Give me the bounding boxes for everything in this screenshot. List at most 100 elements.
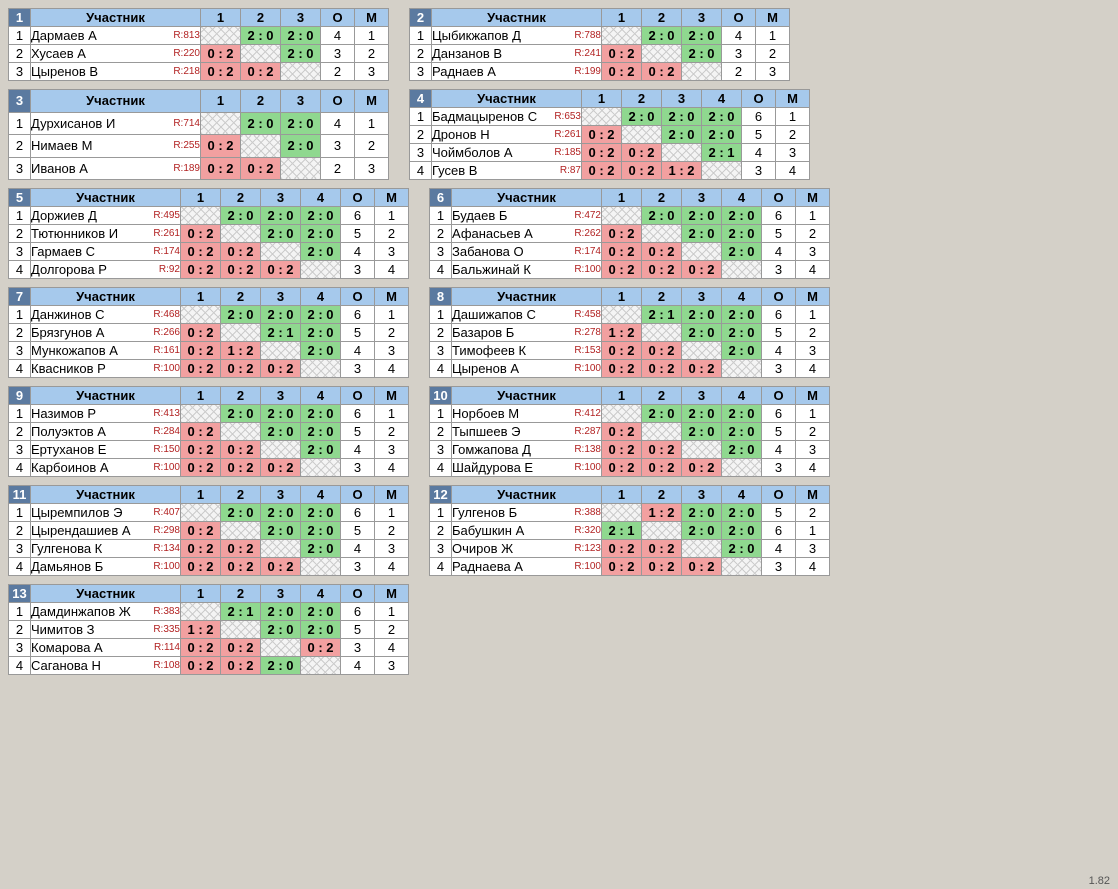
score-cell: 0 : 2 — [602, 540, 642, 558]
table-row: 4Бальжинай КR:1000 : 20 : 20 : 234 — [430, 261, 830, 279]
table-row: 3Ертуханов ЕR:1500 : 20 : 22 : 043 — [9, 441, 409, 459]
m-value: 1 — [355, 27, 389, 45]
score-cell: 2 : 0 — [301, 423, 341, 441]
score-cell: 0 : 2 — [602, 360, 642, 378]
table-row: 2Нимаев МR:2550 : 22 : 032 — [9, 135, 389, 158]
player-name-cell: Квасников Р R:100 — [31, 360, 181, 378]
score-cell: 0 : 2 — [261, 360, 301, 378]
player-rating: R:468 — [149, 309, 180, 320]
diag-cell — [261, 243, 301, 261]
table-row: 2Дронов НR:2610 : 22 : 02 : 052 — [410, 126, 810, 144]
m-value: 4 — [375, 261, 409, 279]
player-name: Норбоев М — [452, 406, 519, 421]
diag-cell — [201, 112, 241, 135]
player-rating: R:813 — [169, 30, 200, 41]
table-row: 4Шайдурова ЕR:1000 : 20 : 20 : 234 — [430, 459, 830, 477]
round-header: 2 — [221, 486, 261, 504]
row-number: 1 — [410, 27, 432, 45]
player-name: Цыренов А — [452, 361, 519, 376]
o-value: 4 — [742, 144, 776, 162]
table-row: 1Доржиев ДR:4952 : 02 : 02 : 061 — [9, 207, 409, 225]
player-name: Дронов Н — [432, 127, 490, 142]
table-row: 3Гармаев СR:1740 : 20 : 22 : 043 — [9, 243, 409, 261]
score-cell: 0 : 2 — [642, 459, 682, 477]
m-value: 2 — [756, 45, 790, 63]
player-name-cell: Гулгенов БR:388 — [452, 504, 602, 522]
player-name-cell: Карбоинов АR:100 — [31, 459, 181, 477]
player-rating: R:278 — [570, 327, 601, 338]
group-number: 4 — [410, 90, 432, 108]
round-header: 3 — [662, 90, 702, 108]
table-row: 4Долгорова РR:920 : 20 : 20 : 234 — [9, 261, 409, 279]
participant-header: Участник — [452, 486, 602, 504]
m-value: 4 — [796, 261, 830, 279]
score-cell: 2 : 0 — [261, 306, 301, 324]
m-header: М — [375, 486, 409, 504]
player-name: Назимов Р — [31, 406, 96, 421]
score-cell: 2 : 0 — [301, 603, 341, 621]
player-rating: R:100 — [149, 363, 180, 374]
group-table: 13Участник1234ОМ1Дамдинжапов ЖR:3832 : 1… — [8, 584, 409, 675]
round-header: 3 — [261, 387, 301, 405]
score-cell: 0 : 2 — [221, 459, 261, 477]
o-value: 5 — [341, 522, 375, 540]
table-row: 4Квасников РR:1000 : 20 : 20 : 234 — [9, 360, 409, 378]
score-cell: 2 : 0 — [261, 621, 301, 639]
player-name: Данзанов В — [432, 46, 502, 61]
score-cell: 1 : 2 — [602, 324, 642, 342]
m-value: 1 — [796, 306, 830, 324]
diag-cell — [722, 558, 762, 576]
score-cell: 2 : 0 — [281, 27, 321, 45]
player-name-cell: Дамьянов БR:100 — [31, 558, 181, 576]
round-header: 3 — [682, 288, 722, 306]
score-cell: 2 : 0 — [301, 243, 341, 261]
score-cell: 0 : 2 — [642, 558, 682, 576]
row-number: 2 — [430, 522, 452, 540]
score-cell: 2 : 1 — [602, 522, 642, 540]
score-cell: 2 : 0 — [682, 45, 722, 63]
player-rating: R:284 — [149, 426, 180, 437]
m-value: 1 — [375, 207, 409, 225]
m-value: 2 — [375, 522, 409, 540]
table-row: 3Забанова ОR:1740 : 20 : 22 : 043 — [430, 243, 830, 261]
row-number: 3 — [9, 441, 31, 459]
round-header: 3 — [682, 486, 722, 504]
player-name: Квасников Р — [31, 361, 106, 376]
player-rating: R:413 — [149, 408, 180, 419]
group-number: 13 — [9, 585, 31, 603]
diag-cell — [722, 360, 762, 378]
o-value: 4 — [762, 243, 796, 261]
diag-cell — [722, 261, 762, 279]
score-cell: 0 : 2 — [602, 45, 642, 63]
row-number: 1 — [9, 405, 31, 423]
round-header: 4 — [722, 387, 762, 405]
player-name-cell: Норбоев МR:412 — [452, 405, 602, 423]
m-value: 1 — [796, 522, 830, 540]
player-name-cell: Раднаев АR:199 — [432, 63, 602, 81]
m-value: 1 — [375, 405, 409, 423]
round-header: 2 — [642, 9, 682, 27]
row-number: 2 — [9, 225, 31, 243]
round-header: 4 — [301, 387, 341, 405]
score-cell: 2 : 0 — [682, 522, 722, 540]
m-value: 3 — [375, 657, 409, 675]
score-cell: 0 : 2 — [261, 261, 301, 279]
player-rating: R:241 — [570, 48, 601, 59]
score-cell: 0 : 2 — [181, 522, 221, 540]
participant-header: Участник — [432, 9, 602, 27]
player-name: Полуэктов А — [31, 424, 106, 439]
row-number: 4 — [430, 360, 452, 378]
score-cell: 0 : 2 — [602, 441, 642, 459]
player-rating: R:653 — [550, 111, 581, 122]
diag-cell — [602, 207, 642, 225]
participant-header: Участник — [31, 189, 181, 207]
round-header: 1 — [181, 486, 221, 504]
player-name: Дамьянов Б — [31, 559, 103, 574]
score-cell: 2 : 0 — [301, 342, 341, 360]
o-value: 3 — [762, 360, 796, 378]
player-name: Чоймболов А — [432, 145, 513, 160]
round-header: 1 — [582, 90, 622, 108]
row-number: 4 — [430, 261, 452, 279]
o-header: О — [762, 486, 796, 504]
o-value: 4 — [762, 540, 796, 558]
